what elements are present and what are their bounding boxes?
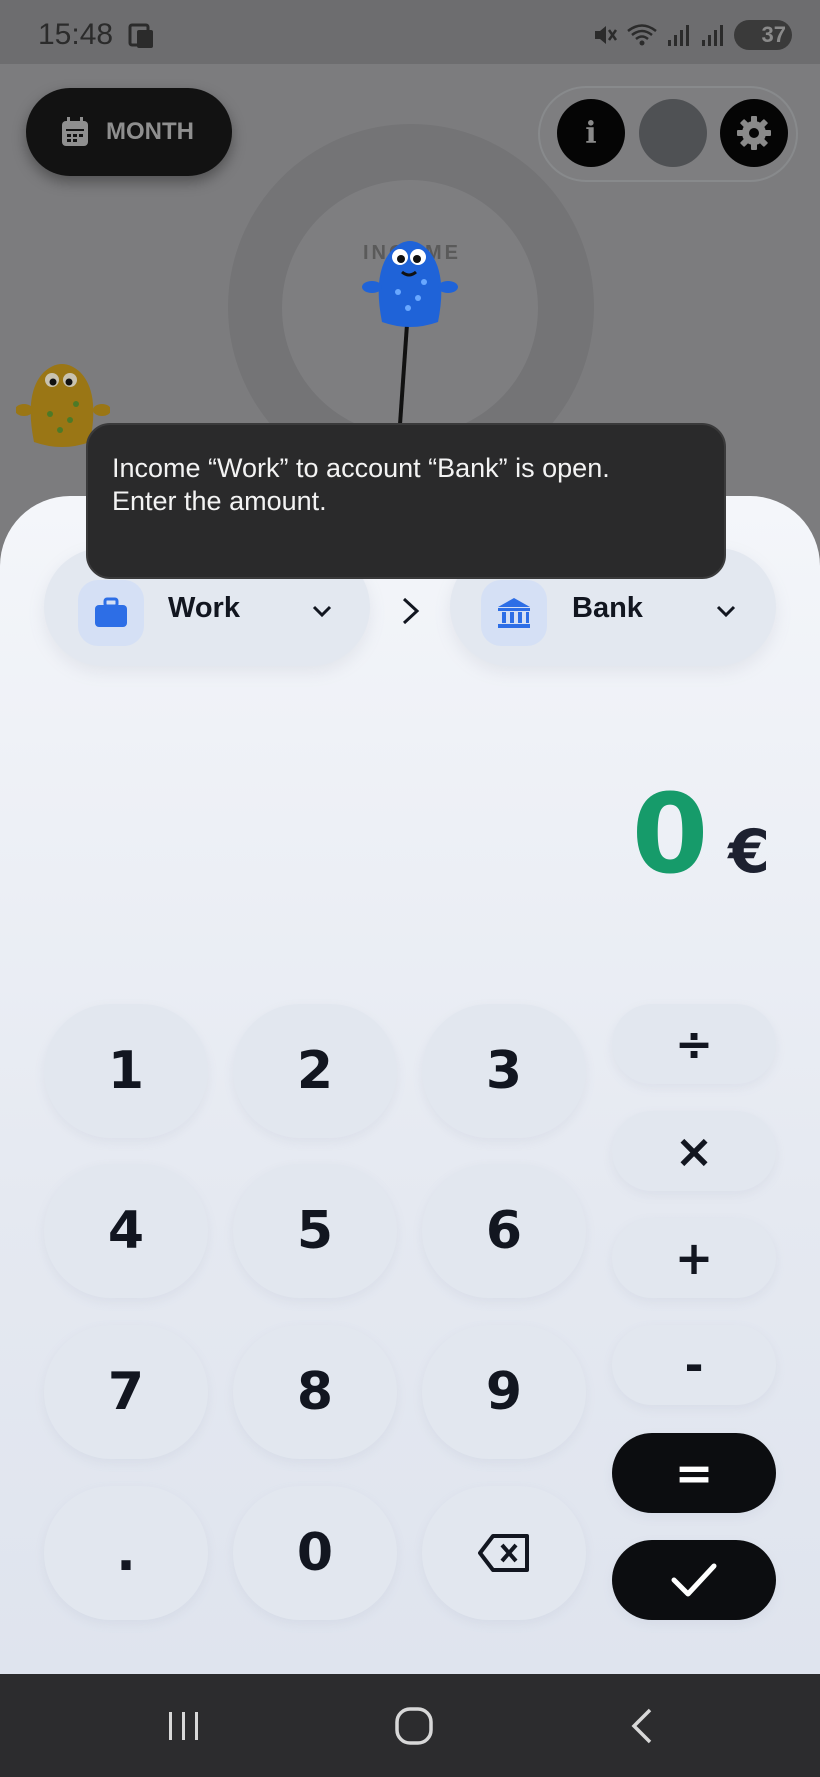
settings-button[interactable] xyxy=(720,99,788,167)
source-category-label: Work xyxy=(168,592,240,624)
chevron-down-icon xyxy=(312,605,332,618)
signal-icon xyxy=(668,25,689,46)
backspace-icon xyxy=(478,1534,529,1572)
destination-icon-wrap xyxy=(481,580,547,646)
toast-line-1: Income “Work” to account “Bank” is open. xyxy=(112,453,610,483)
multiply-button[interactable]: × xyxy=(612,1111,776,1191)
destination-account-label: Bank xyxy=(572,592,643,624)
avatar[interactable] xyxy=(639,99,707,167)
divide-button[interactable]: ÷ xyxy=(612,1004,776,1084)
bank-icon xyxy=(498,598,530,628)
blue-mascot[interactable] xyxy=(362,232,458,332)
battery-level: 37 xyxy=(761,22,786,47)
recent-apps-icon[interactable] xyxy=(160,1704,208,1748)
key-4[interactable]: 4 xyxy=(44,1164,208,1298)
signal-icon-2 xyxy=(702,25,723,46)
mute-icon xyxy=(595,26,618,44)
key-5[interactable]: 5 xyxy=(233,1164,397,1298)
amount-display: 0 € xyxy=(632,770,770,898)
system-nav-bar xyxy=(0,1674,820,1777)
key-9[interactable]: 9 xyxy=(422,1325,586,1459)
backspace-button[interactable] xyxy=(422,1486,586,1620)
info-label: i xyxy=(585,115,597,151)
battery-icon: 37 xyxy=(734,20,792,50)
key-2[interactable]: 2 xyxy=(233,1004,397,1138)
key-1[interactable]: 1 xyxy=(44,1004,208,1138)
home-icon[interactable] xyxy=(390,1704,438,1748)
status-bar: 15:48 37 xyxy=(0,0,820,64)
amount-value: 0 xyxy=(631,770,709,898)
toast-message: Income “Work” to account “Bank” is open.… xyxy=(86,423,726,579)
key-7[interactable]: 7 xyxy=(44,1325,208,1459)
minus-button[interactable]: - xyxy=(612,1325,776,1405)
toast-line-2: Enter the amount. xyxy=(112,486,327,516)
equals-button[interactable]: = xyxy=(612,1433,776,1513)
info-button[interactable]: i xyxy=(557,99,625,167)
period-label: MONTH xyxy=(106,118,194,145)
chevron-right-icon xyxy=(402,597,420,625)
period-selector-button[interactable]: MONTH xyxy=(26,88,232,176)
gear-icon xyxy=(737,116,771,150)
check-icon xyxy=(671,1563,717,1597)
phone-screen-icon xyxy=(128,23,153,48)
amount-currency: € xyxy=(728,817,770,887)
briefcase-icon xyxy=(95,597,127,627)
plus-button[interactable]: + xyxy=(612,1218,776,1298)
back-icon[interactable] xyxy=(620,1704,668,1748)
wifi-icon xyxy=(627,24,657,46)
confirm-button[interactable] xyxy=(612,1540,776,1620)
chevron-down-icon-2 xyxy=(716,605,736,618)
key-6[interactable]: 6 xyxy=(422,1164,586,1298)
key-0[interactable]: 0 xyxy=(233,1486,397,1620)
status-time: 15:48 xyxy=(38,18,114,51)
key-decimal[interactable]: . xyxy=(44,1486,208,1620)
status-icons: 37 xyxy=(592,20,792,50)
calendar-icon xyxy=(62,117,88,146)
key-3[interactable]: 3 xyxy=(422,1004,586,1138)
key-8[interactable]: 8 xyxy=(233,1325,397,1459)
source-icon-wrap xyxy=(78,580,144,646)
